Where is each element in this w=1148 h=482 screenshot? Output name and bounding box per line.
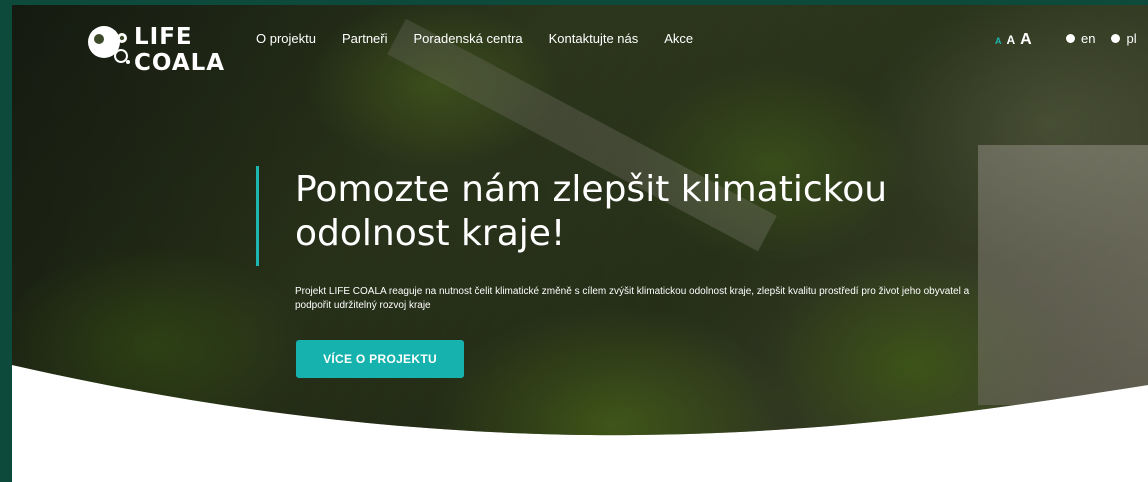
- nav-akce[interactable]: Akce: [664, 31, 693, 46]
- language-pl[interactable]: pl: [1111, 31, 1137, 46]
- hero-title: Pomozte nám zlepšit klimatickou odolnost…: [295, 169, 888, 254]
- font-size-medium-button[interactable]: A: [1007, 33, 1016, 47]
- koala-logo-icon: [88, 26, 130, 64]
- language-switcher: en pl: [1066, 31, 1137, 46]
- globe-icon: [1066, 34, 1075, 43]
- font-size-large-button[interactable]: A: [1020, 31, 1032, 49]
- hero-description: Projekt LIFE COALA reaguje na nutnost če…: [295, 286, 970, 311]
- logo-line-2: COALA: [134, 50, 226, 76]
- site-logo[interactable]: LIFE COALA: [86, 22, 224, 80]
- page-frame-left: [0, 0, 12, 482]
- language-pl-label: pl: [1126, 31, 1137, 46]
- nav-partneri[interactable]: Partneři: [342, 31, 388, 46]
- logo-wordmark: LIFE COALA: [134, 24, 225, 76]
- language-en[interactable]: en: [1066, 31, 1095, 46]
- font-size-small-button[interactable]: A: [995, 36, 1002, 46]
- logo-line-1: LIFE: [134, 24, 193, 50]
- nav-o-projektu[interactable]: O projektu: [256, 31, 316, 46]
- main-navigation: O projektu Partneři Poradenská centra Ko…: [256, 31, 693, 46]
- language-en-label: en: [1081, 31, 1096, 46]
- globe-icon: [1111, 34, 1121, 43]
- more-about-project-button[interactable]: VÍCE O PROJEKTU: [296, 340, 464, 378]
- nav-kontaktujte-nas[interactable]: Kontaktujte nás: [549, 31, 639, 46]
- font-size-controls: A A A: [995, 31, 1032, 49]
- hero-accent-bar: [256, 166, 259, 266]
- nav-poradenska-centra[interactable]: Poradenská centra: [414, 31, 523, 46]
- page-frame-top: [0, 0, 1148, 5]
